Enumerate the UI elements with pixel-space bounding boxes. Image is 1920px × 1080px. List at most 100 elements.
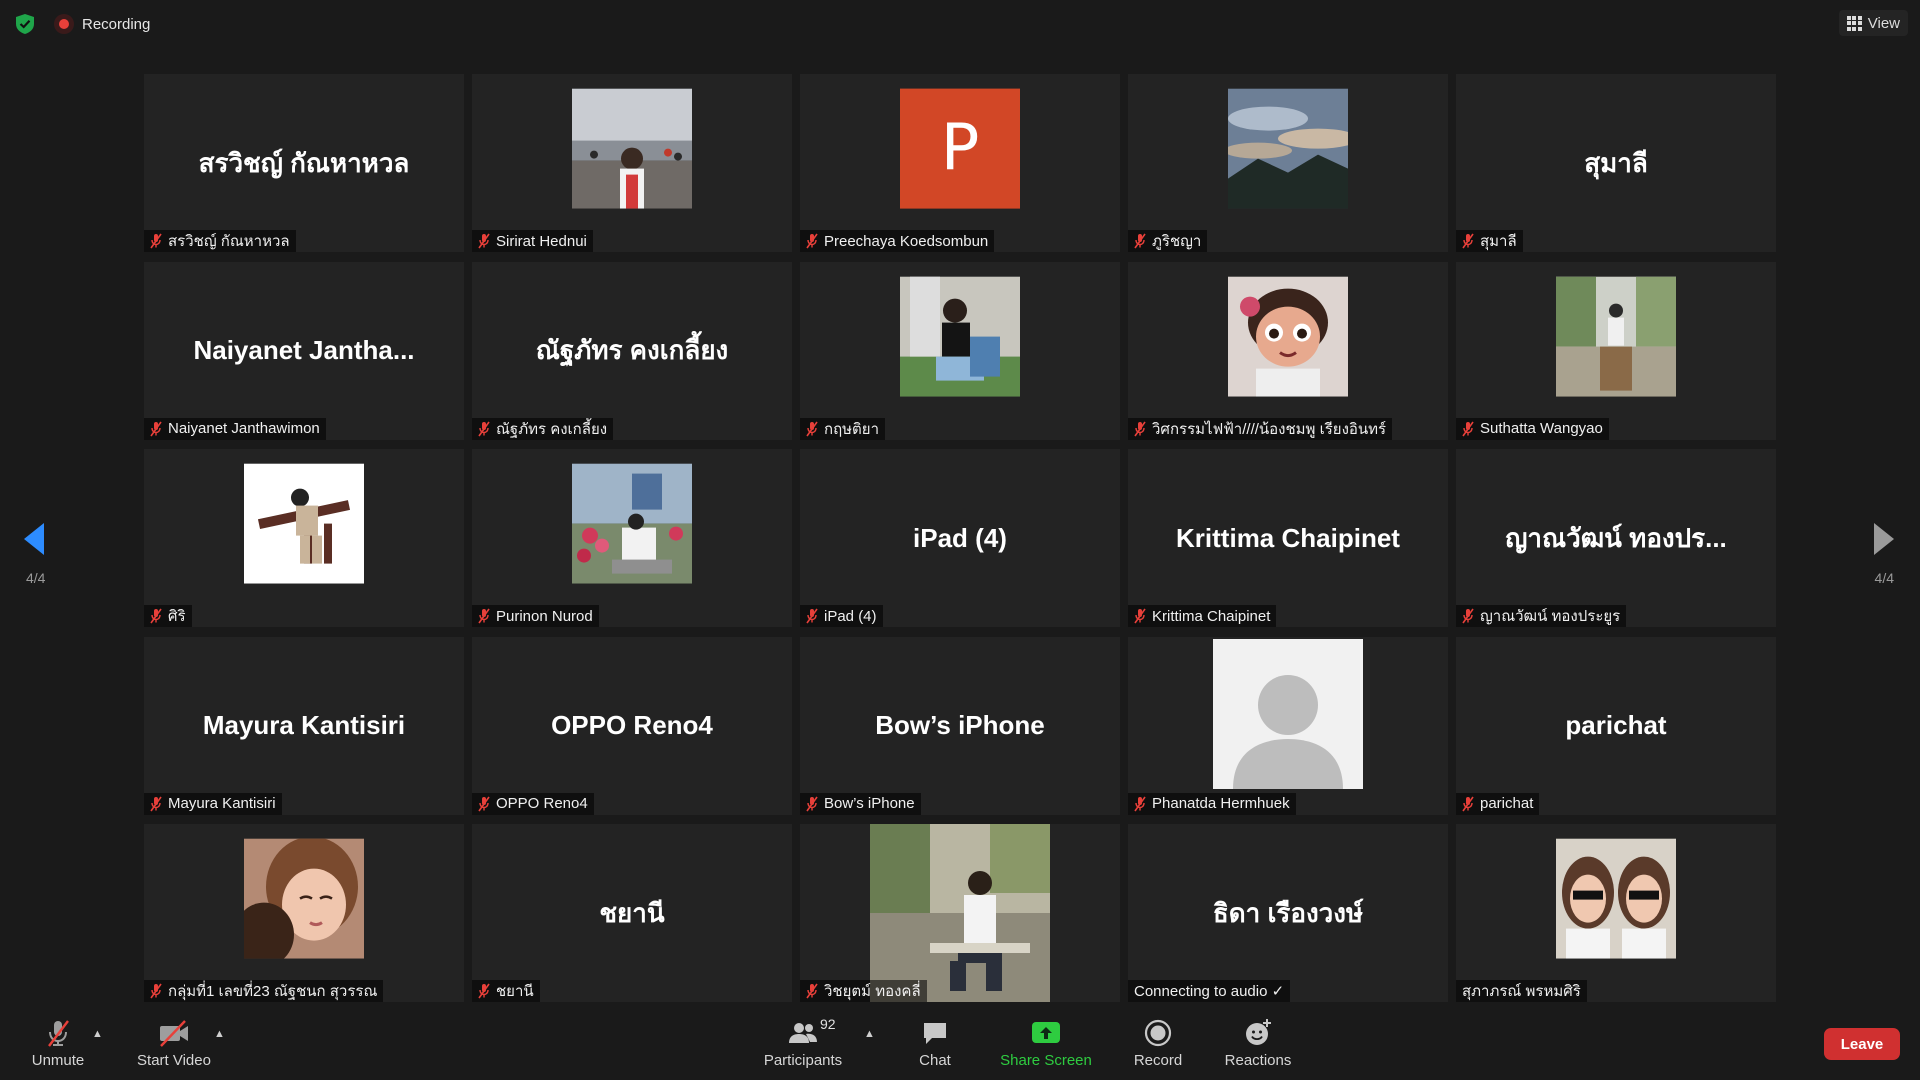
participant-tile[interactable]: ณัฐภัทร คงเกลี้ยง ณัฐภัทร คงเกลี้ยง xyxy=(472,261,792,440)
participant-tile[interactable]: ชยานี ชยานี xyxy=(472,824,792,1002)
participant-name-label: Bow’s iPhone xyxy=(800,792,921,815)
participant-photo xyxy=(244,838,364,959)
participant-photo xyxy=(1228,276,1348,397)
muted-mic-icon xyxy=(806,796,818,811)
participant-display-name: OPPO Reno4 xyxy=(551,710,713,740)
participant-name: Bow’s iPhone xyxy=(824,795,915,812)
participant-name-label: สรวิชญ์ กัณหาหวล xyxy=(144,230,296,252)
participant-name-label: ศิริ xyxy=(144,605,192,627)
default-user-avatar-icon xyxy=(1213,638,1363,789)
participants-label: Participants xyxy=(763,1052,843,1069)
participant-photo xyxy=(1556,276,1676,397)
unmute-button[interactable]: Unmute xyxy=(26,1006,90,1080)
participant-tile[interactable]: OPPO Reno4 OPPO Reno4 xyxy=(472,636,792,815)
participant-tile[interactable]: สรวิชญ์ กัณหาหวล สรวิชญ์ กัณหาหวล xyxy=(144,74,464,252)
participant-tile[interactable]: Bow’s iPhone Bow’s iPhone xyxy=(800,636,1120,815)
muted-mic-icon xyxy=(1134,233,1146,249)
participant-name: Naiyanet Janthawimon xyxy=(168,420,320,437)
start-video-label: Start Video xyxy=(137,1052,211,1069)
participant-name-label: สุภาภรณ์ พรหมศิริ xyxy=(1456,980,1587,1002)
muted-mic-icon xyxy=(1462,608,1474,624)
participant-tile[interactable]: สุภาภรณ์ พรหมศิริ xyxy=(1456,824,1776,1002)
muted-mic-icon xyxy=(150,608,162,624)
participant-tile[interactable]: iPad (4) iPad (4) xyxy=(800,449,1120,627)
participant-display-name: ณัฐภัทร คงเกลี้ยง xyxy=(535,335,729,365)
participant-tile[interactable]: P Preechaya Koedsombun xyxy=(800,74,1120,252)
leave-button[interactable]: Leave xyxy=(1824,1028,1900,1060)
participant-display-name: สุมาลี xyxy=(1584,147,1648,178)
reactions-label: Reactions xyxy=(1224,1052,1292,1069)
muted-mic-icon xyxy=(478,983,490,999)
participants-button[interactable]: 92 Participants xyxy=(758,1006,848,1080)
participant-name-label: Phanatda Hermhuek xyxy=(1128,792,1296,815)
muted-mic-icon xyxy=(478,421,490,436)
view-button[interactable]: View xyxy=(1838,10,1908,36)
participant-tile[interactable]: ภูริชญา xyxy=(1128,74,1448,252)
participant-display-name: สรวิชญ์ กัณหาหวล xyxy=(198,147,410,178)
participant-tile[interactable]: Naiyanet Jantha... Naiyanet Janthawimon xyxy=(144,261,464,440)
video-options-caret-icon[interactable]: ▲ xyxy=(214,1028,225,1040)
zoom-meeting-window: Recording View 4/4 4/4 สรวิชญ์ กัณหาหวลส… xyxy=(0,0,1920,1080)
participant-name-label: ชยานี xyxy=(472,980,540,1002)
participant-tile[interactable]: ญาณวัฒน์ ทองปร... ญาณวัฒน์ ทองประยูร xyxy=(1456,449,1776,627)
start-video-button[interactable]: Start Video xyxy=(134,1006,214,1080)
muted-mic-icon xyxy=(1462,233,1474,249)
participant-display-name: Naiyanet Jantha... xyxy=(193,335,415,365)
participant-name-label: Connecting to audio ✓ xyxy=(1128,980,1291,1002)
participant-tile[interactable]: กลุ่มที่1 เลขที่23 ณัฐชนก สุวรรณ xyxy=(144,824,464,1002)
muted-mic-icon xyxy=(150,233,162,249)
participant-name: Preechaya Koedsombun xyxy=(824,232,989,250)
top-bar: Recording View xyxy=(0,0,1920,50)
muted-mic-icon xyxy=(478,796,490,811)
participant-display-name: iPad (4) xyxy=(913,522,1007,553)
participant-tile[interactable]: Suthatta Wangyao xyxy=(1456,261,1776,440)
audio-options-caret-icon[interactable]: ▲ xyxy=(92,1028,103,1040)
record-button[interactable]: Record xyxy=(1130,1006,1186,1080)
participants-count: 92 xyxy=(820,1016,836,1032)
participant-tile[interactable]: Mayura Kantisiri Mayura Kantisiri xyxy=(144,636,464,815)
smiley-plus-icon xyxy=(1238,1018,1278,1048)
participant-tile[interactable]: Purinon Nurod xyxy=(472,449,792,627)
participant-tile[interactable]: วิชยุตม์ ทองคลี่ xyxy=(800,824,1120,1002)
record-label: Record xyxy=(1133,1052,1183,1069)
left-arrow-icon xyxy=(24,523,44,555)
unmute-label: Unmute xyxy=(31,1052,85,1069)
muted-mic-icon xyxy=(806,233,818,249)
participant-display-name: ชยานี xyxy=(599,897,665,928)
participant-name: Phanatda Hermhuek xyxy=(1152,795,1290,812)
participant-tile[interactable]: วิศกรรมไฟฟ้า////น้องชมพู เรียงอินทร์ xyxy=(1128,261,1448,440)
previous-page-button[interactable] xyxy=(22,522,46,561)
participant-tile[interactable]: กฤษติยา xyxy=(800,261,1120,440)
participants-options-caret-icon[interactable]: ▲ xyxy=(864,1028,875,1040)
participant-tile[interactable]: Phanatda Hermhuek xyxy=(1128,636,1448,815)
recording-indicator[interactable]: Recording xyxy=(54,14,150,34)
participant-name-label: ญาณวัฒน์ ทองประยูร xyxy=(1456,605,1627,627)
security-shield-icon[interactable] xyxy=(14,13,36,35)
participant-name: Sirirat Hednui xyxy=(496,232,587,250)
participant-tile[interactable]: ศิริ xyxy=(144,449,464,627)
record-dot-icon xyxy=(54,14,74,34)
participant-name-label: iPad (4) xyxy=(800,605,883,627)
muted-mic-icon xyxy=(1134,796,1146,811)
participant-name: iPad (4) xyxy=(824,607,877,625)
participant-tile[interactable]: ธิดา เรืองวงษ์ Connecting to audio ✓ xyxy=(1128,824,1448,1002)
participant-tile[interactable]: Krittima Chaipinet Krittima Chaipinet xyxy=(1128,449,1448,627)
chat-button[interactable]: Chat xyxy=(910,1006,960,1080)
participant-photo xyxy=(572,463,692,584)
recording-label: Recording xyxy=(82,15,151,33)
participant-tile[interactable]: parichat parichat xyxy=(1456,636,1776,815)
participant-name: สรวิชญ์ กัณหาหวล xyxy=(168,233,290,250)
participants-icon xyxy=(783,1018,823,1048)
muted-mic-icon xyxy=(806,421,818,436)
next-page-button[interactable] xyxy=(1872,522,1896,561)
reactions-button[interactable]: Reactions xyxy=(1222,1006,1294,1080)
meeting-toolbar: Unmute ▲ Start Video ▲ 92 Participants ▲… xyxy=(0,1006,1920,1080)
participant-tile[interactable]: Sirirat Hednui xyxy=(472,74,792,252)
share-screen-button[interactable]: Share Screen xyxy=(998,1006,1094,1080)
muted-mic-icon xyxy=(806,983,818,999)
share-screen-label: Share Screen xyxy=(1000,1052,1092,1069)
participant-tile[interactable]: สุมาลี สุมาลี xyxy=(1456,74,1776,252)
participant-name: Purinon Nurod xyxy=(496,607,593,625)
participant-name: สุภาภรณ์ พรหมศิริ xyxy=(1462,983,1581,1000)
video-gallery-grid: สรวิชญ์ กัณหาหวล สรวิชญ์ กัณหาหวล Sirirat … xyxy=(144,74,1776,1006)
